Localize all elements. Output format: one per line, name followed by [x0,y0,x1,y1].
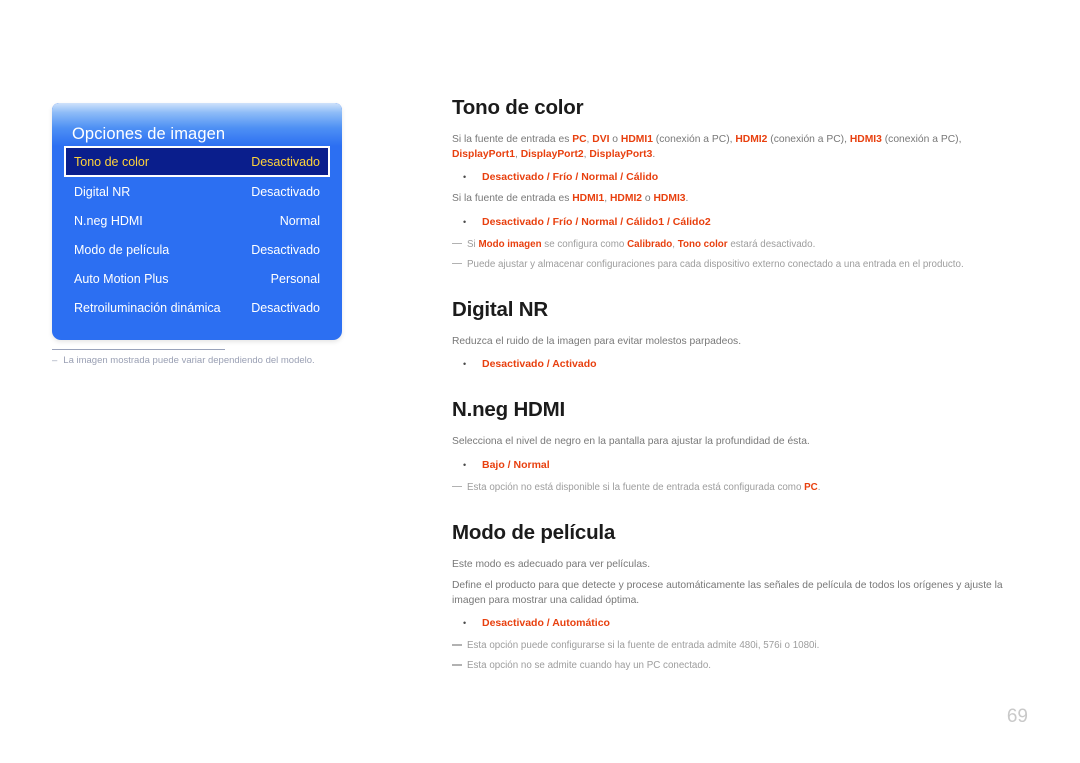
option-item: Desactivado / Activado [452,356,1012,372]
section-title: Digital NR [452,297,548,321]
osd-row-label: Auto Motion Plus [74,271,169,286]
option-item: Desactivado / Frío / Normal / Cálido1 / … [452,214,1012,230]
text-run: o [642,193,654,204]
note-pc-conectado: Esta opción no se admite cuando hay un P… [452,658,1012,673]
page-number: 69 [1006,706,1028,727]
section-n-neg-hdmi: N.neg HDMI Selecciona el nivel de negro … [452,398,1012,495]
text-run: (conexión a PC), [652,134,736,145]
text-run: o [609,134,621,145]
osd-row-value: Normal [279,213,320,228]
section-tono-de-color: Tono de color Si la fuente de entrada es… [452,96,1012,272]
option-list-digital-nr: Desactivado / Activado [452,356,1012,372]
note-ajustar-almacenar: Puede ajustar y almacenar configuracione… [452,257,1012,272]
keyword-hdmi1: HDMI1 [572,193,605,204]
keyword-hdmi3: HDMI3 [653,193,686,204]
document-body: Tono de color Si la fuente de entrada es… [452,96,1012,678]
text-run: (conexión a PC), [767,134,850,145]
osd-row-value: Desactivado [251,154,320,169]
keyword-displayport2: DisplayPort2 [520,148,584,160]
text-run: Si [467,238,479,250]
osd-footnote-rule [52,349,225,350]
text-run: se configura como [541,238,628,250]
note-resoluciones-soportadas: Esta opción puede configurarse si la fue… [452,638,1012,653]
osd-row-modo-de-pelicula[interactable]: Modo de película Desactivado [64,235,330,264]
text-run: Si la fuente de entrada es [452,193,573,204]
option-list-modo-pelicula: Desactivado / Automático [452,615,1012,631]
text-run: Si la fuente de entrada es [452,134,573,145]
osd-row-auto-motion-plus[interactable]: Auto Motion Plus Personal [64,264,330,293]
osd-row-value: Personal [270,271,320,286]
section-title: Modo de película [452,520,616,544]
note-no-disponible-pc: Esta opción no está disponible si la fue… [452,480,1012,495]
osd-row-label: Modo de película [74,242,170,257]
text-run: (conexión a PC), [881,134,962,145]
paragraph-description: Selecciona el nivel de negro en la panta… [452,436,810,447]
osd-menu-title: Opciones de imagen [72,125,226,143]
osd-row-label: N.neg HDMI [74,213,143,228]
option-list-tono-hdmi: Desactivado / Frío / Normal / Cálido1 / … [452,214,1012,230]
section-digital-nr: Digital NR Reduzca el ruido de la imagen… [452,298,1012,373]
section-title: N.neg HDMI [452,398,566,421]
osd-footnote-dash: – [52,355,58,366]
text-run: Esta opción no está disponible si la fue… [467,481,805,493]
keyword-hdmi2: HDMI2 [610,193,643,204]
paragraph-description-1: Este modo es adecuado para ver películas… [452,558,651,570]
keyword-displayport1: DisplayPort1 [452,148,515,160]
keyword-calibrado: Calibrado [627,238,673,250]
osd-footnote: – La imagen mostrada puede variar depend… [52,355,382,366]
osd-row-value: Desactivado [251,242,320,257]
osd-row-value: Desactivado [251,184,320,199]
note-modo-imagen-calibrado: Si Modo imagen se configura como Calibra… [452,237,1012,252]
osd-row-label: Digital NR [74,184,131,199]
option-list-tono-pc: Desactivado / Frío / Normal / Cálido [452,169,1012,185]
keyword-displayport3: DisplayPort3 [589,148,653,160]
keyword-pc: PC [804,481,818,493]
osd-row-retroiluminacion-dinamica[interactable]: Retroiluminación dinámica Desactivado [64,293,330,322]
option-item: Desactivado / Frío / Normal / Cálido [452,169,1012,185]
osd-row-label: Tono de color [74,154,150,169]
text-run: estará desactivado. [727,238,816,250]
osd-menu-header: Opciones de imagen [52,103,342,146]
keyword-modo-imagen: Modo imagen [478,238,542,250]
osd-row-label: Retroiluminación dinámica [74,300,221,315]
osd-row-digital-nr[interactable]: Digital NR Desactivado [64,177,330,206]
osd-menu-panel: Opciones de imagen Tono de color Desacti… [52,103,342,340]
section-title: Tono de color [452,96,584,119]
keyword-tono-color: Tono color [677,238,728,250]
osd-menu-list: Tono de color Desactivado Digital NR Des… [52,146,342,340]
keyword-hdmi1: HDMI1 [620,134,653,145]
osd-row-value: Desactivado [251,300,320,315]
text-run: . [685,193,689,204]
keyword-hdmi3: HDMI3 [849,134,882,145]
option-item: Desactivado / Automático [452,615,1012,631]
option-item: Bajo / Normal [452,457,1012,473]
paragraph-description-2: Define el producto para que detecte y pr… [452,580,1003,606]
osd-footnote-text: La imagen mostrada puede variar dependie… [63,355,315,366]
osd-row-tono-de-color[interactable]: Tono de color Desactivado [64,146,330,177]
keyword-hdmi2: HDMI2 [735,134,768,145]
text-run: . [652,148,656,160]
section-modo-de-pelicula: Modo de película Este modo es adecuado p… [452,521,1012,674]
osd-row-n-neg-hdmi[interactable]: N.neg HDMI Normal [64,206,330,235]
keyword-dvi: DVI [592,134,610,145]
text-run: . [817,481,821,493]
paragraph-sources-pc: Si la fuente de entrada es PC, DVI o HDM… [452,133,1012,162]
option-list-n-neg-hdmi: Bajo / Normal [452,457,1012,473]
paragraph-sources-hdmi: Si la fuente de entrada es HDMI1, HDMI2 … [452,192,1012,207]
keyword-pc: PC [572,134,587,145]
paragraph-description: Reduzca el ruido de la imagen para evita… [452,335,742,347]
